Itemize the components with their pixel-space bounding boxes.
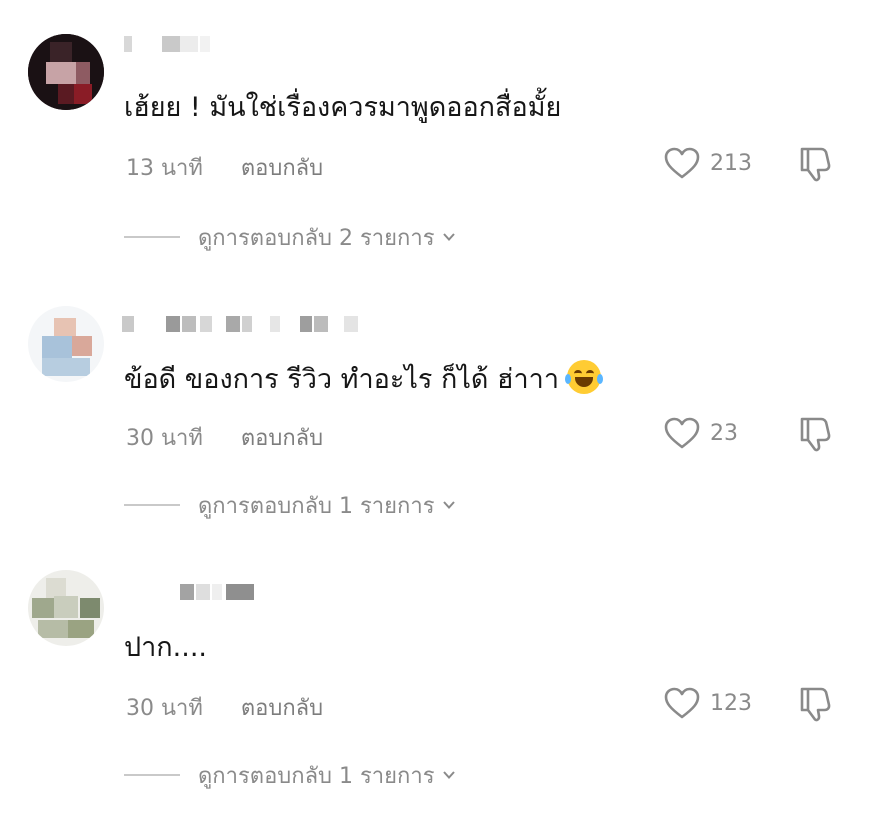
- reply-button[interactable]: ตอบกลับ: [241, 156, 323, 181]
- heart-icon: [664, 147, 700, 179]
- comment-time: 30 นาที: [126, 426, 203, 451]
- divider-line: [124, 774, 180, 776]
- avatar[interactable]: [28, 570, 104, 646]
- reply-button[interactable]: ตอบกลับ: [241, 696, 323, 721]
- avatar[interactable]: [28, 306, 104, 382]
- like-button[interactable]: 123: [664, 686, 752, 720]
- dislike-icon[interactable]: [796, 143, 836, 183]
- like-button[interactable]: 213: [664, 146, 752, 180]
- comment-item: เฮ้ยย ! มันใช่เรื่องควรมาพูดออกสื่อมั้ย …: [0, 0, 870, 270]
- like-button[interactable]: 23: [664, 416, 738, 450]
- like-count: 23: [710, 420, 738, 446]
- chevron-down-icon: [442, 501, 455, 509]
- comment-meta: 13 นาที ตอบกลับ: [126, 150, 323, 185]
- view-replies-button[interactable]: ดูการตอบกลับ 2 รายการ: [124, 222, 455, 252]
- view-replies-button[interactable]: ดูการตอบกลับ 1 รายการ: [124, 760, 455, 790]
- chevron-down-icon: [442, 233, 455, 241]
- face-with-tears-of-joy-icon: [565, 360, 603, 394]
- like-count: 123: [710, 690, 752, 716]
- view-replies-label: ดูการตอบกลับ 1 รายการ: [198, 763, 435, 789]
- like-count: 213: [710, 150, 752, 176]
- comment-meta: 30 นาที ตอบกลับ: [126, 420, 323, 455]
- comment-text-content: ข้อดี ของการ รีวิว ทำอะไร ก็ได้ ฮ่าาา: [124, 364, 559, 395]
- dislike-icon[interactable]: [796, 413, 836, 453]
- heart-icon: [664, 417, 700, 449]
- divider-line: [124, 504, 180, 506]
- view-replies-label: ดูการตอบกลับ 1 รายการ: [198, 493, 435, 519]
- comment-item: ข้อดี ของการ รีวิว ทำอะไร ก็ได้ ฮ่าาา 30…: [0, 270, 870, 540]
- avatar[interactable]: [28, 34, 104, 110]
- comment-time: 30 นาที: [126, 696, 203, 721]
- comment-meta: 30 นาที ตอบกลับ: [126, 690, 323, 725]
- view-replies-button[interactable]: ดูการตอบกลับ 1 รายการ: [124, 490, 455, 520]
- view-replies-label: ดูการตอบกลับ 2 รายการ: [198, 225, 435, 251]
- chevron-down-icon: [442, 771, 455, 779]
- comment-time: 13 นาที: [126, 156, 203, 181]
- comment-text: ข้อดี ของการ รีวิว ทำอะไร ก็ได้ ฮ่าาา: [124, 360, 603, 398]
- comment-text: ปาก....: [124, 632, 207, 663]
- divider-line: [124, 236, 180, 238]
- heart-icon: [664, 687, 700, 719]
- dislike-icon[interactable]: [796, 683, 836, 723]
- reply-button[interactable]: ตอบกลับ: [241, 426, 323, 451]
- comment-item: ปาก.... 30 นาที ตอบกลับ 123 ดูการตอบกลับ …: [0, 540, 870, 810]
- comment-text: เฮ้ยย ! มันใช่เรื่องควรมาพูดออกสื่อมั้ย: [124, 92, 562, 123]
